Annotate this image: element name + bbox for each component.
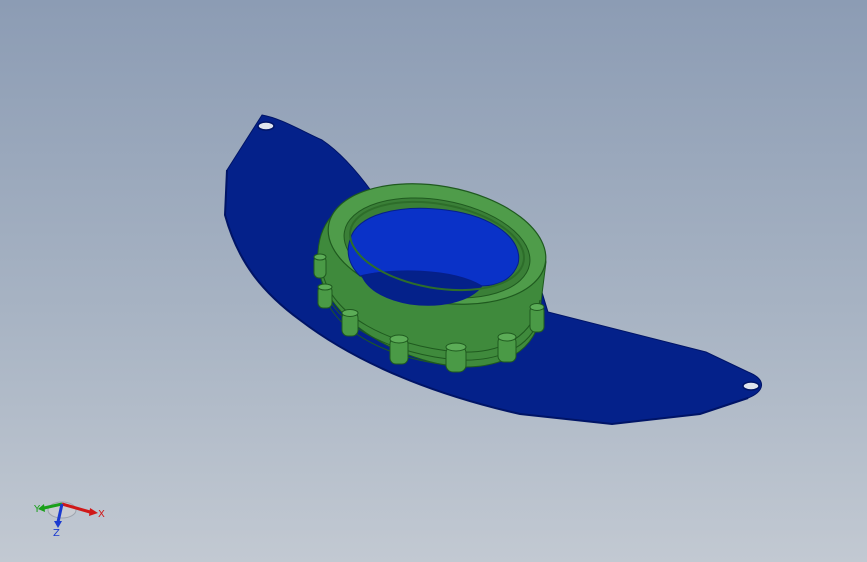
orientation-triad: X Y Z bbox=[33, 501, 105, 539]
3d-viewport[interactable]: X Y Z bbox=[0, 0, 867, 562]
triad-x-arrow bbox=[89, 508, 98, 516]
mounting-hole-right bbox=[742, 381, 760, 391]
triad-z-arrow bbox=[54, 521, 62, 528]
triad-x-label: X bbox=[98, 509, 105, 520]
model-view[interactable] bbox=[0, 0, 867, 562]
triad-z-label: Z bbox=[53, 528, 60, 539]
mounting-hole-left bbox=[257, 121, 275, 131]
triad-y-label: Y bbox=[33, 504, 41, 515]
